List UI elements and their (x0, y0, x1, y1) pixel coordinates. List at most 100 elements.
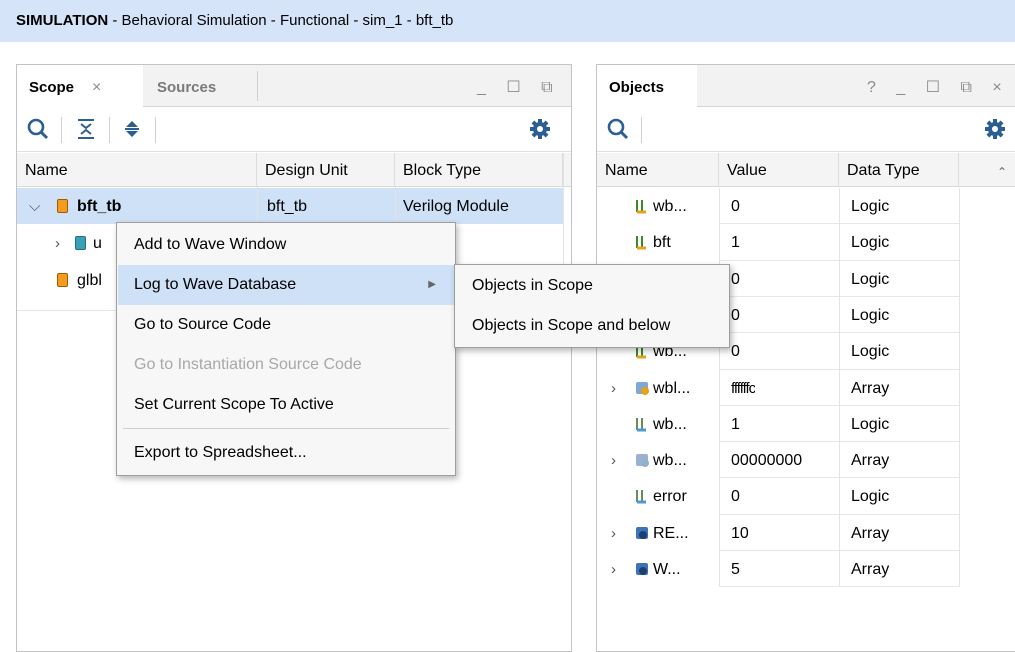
scope-toolbar (17, 108, 571, 152)
toolbar-separator (155, 117, 156, 143)
menu-go-to-source-code[interactable]: Go to Source Code (118, 305, 454, 345)
toolbar-separator (641, 117, 642, 143)
object-name: error (653, 488, 687, 506)
object-name: wb... (653, 198, 687, 215)
object-value: 1 (731, 415, 740, 433)
object-row[interactable]: › W... 5 Array (597, 551, 959, 587)
object-row[interactable]: wb... 1 Logic (597, 406, 959, 442)
scope-column-header: Name Design Unit Block Type (17, 153, 571, 187)
object-data-type: Array (851, 452, 890, 470)
object-value: 0 (731, 306, 740, 324)
scroll-up-arrow-icon[interactable]: ⌃ (997, 165, 1007, 179)
scope-row-bft-tb[interactable]: ⌵ bft_tb bft_tb Verilog Module (17, 188, 563, 224)
object-name: wbl... (653, 379, 691, 397)
menu-export-to-spreadsheet[interactable]: Export to Spreadsheet... (118, 433, 454, 473)
object-value: 10 (731, 524, 749, 542)
object-data-type: Logic (851, 488, 890, 506)
col-design-unit[interactable]: Design Unit (257, 153, 395, 187)
scope-tabbar: Scope × Sources _ ☐ ⧉ (17, 65, 571, 108)
chevron-down-icon[interactable]: ⌵ (29, 188, 40, 225)
scope-row-name: bft_tb (77, 198, 122, 215)
object-data-type: Logic (851, 306, 890, 324)
expand-all-icon[interactable] (119, 116, 145, 142)
object-row[interactable]: › wbl... ffffffc Array (597, 370, 959, 406)
chevron-right-icon[interactable]: › (611, 515, 616, 552)
objects-window-controls[interactable]: ? _ ☐ ⧉ × (867, 77, 1010, 97)
chevron-right-icon[interactable]: › (611, 551, 616, 588)
col-divider (959, 188, 960, 588)
search-icon[interactable] (605, 116, 631, 142)
scope-row-type: Verilog Module (403, 198, 509, 215)
object-data-type: Logic (851, 234, 890, 252)
chevron-right-icon[interactable]: › (611, 370, 616, 407)
object-row[interactable]: › wb... 00000000 Array (597, 442, 959, 478)
menu-log-to-wave-database[interactable]: Log to Wave Database ▶ (118, 265, 454, 305)
menu-item-label: Log to Wave Database (134, 276, 297, 293)
gear-icon[interactable] (527, 116, 553, 142)
chevron-right-icon[interactable]: › (55, 225, 60, 262)
object-data-type: Logic (851, 198, 890, 215)
object-row[interactable]: error 0 Logic (597, 478, 959, 514)
toolbar-separator (61, 117, 62, 143)
submenu-objects-in-scope-and-below[interactable]: Objects in Scope and below (456, 306, 728, 346)
signal-logic-in-icon (636, 200, 646, 214)
object-row[interactable]: › RE... 10 Array (597, 515, 959, 551)
submenu-objects-in-scope[interactable]: Objects in Scope (456, 266, 728, 306)
signal-array-const-icon (636, 563, 648, 575)
object-data-type: Logic (851, 343, 890, 361)
tab-scope-label: Scope (29, 79, 75, 96)
tab-scope[interactable]: Scope × (17, 65, 143, 108)
object-name: wb... (653, 415, 687, 433)
tab-scope-close-icon[interactable]: × (92, 79, 101, 96)
menu-set-current-scope-active[interactable]: Set Current Scope To Active (118, 385, 454, 425)
menu-add-to-wave-window[interactable]: Add to Wave Window (118, 225, 454, 265)
tab-objects[interactable]: Objects (597, 65, 697, 108)
object-data-type: Array (851, 524, 890, 542)
col-name[interactable]: Name (17, 153, 257, 187)
verilog-module-icon (57, 273, 68, 287)
signal-logic-in-icon (636, 236, 646, 250)
title-mode: SIMULATION (16, 12, 109, 29)
col-divider (719, 188, 720, 588)
tab-sources[interactable]: Sources (145, 65, 228, 107)
scope-window-controls[interactable]: _ ☐ ⧉ (477, 77, 561, 97)
verilog-module-icon (57, 199, 68, 213)
object-value: 0 (731, 270, 740, 288)
object-data-type: Array (851, 561, 890, 578)
object-data-type: Array (851, 379, 890, 397)
col-value[interactable]: Value (719, 153, 839, 187)
object-value: 00000000 (731, 452, 803, 470)
simulation-title-bar: SIMULATION - Behavioral Simulation - Fun… (0, 0, 1015, 42)
menu-go-to-instantiation-source-code: Go to Instantiation Source Code (134, 356, 362, 373)
title-detail: - Behavioral Simulation - Functional - s… (108, 12, 454, 29)
col-divider (839, 188, 840, 588)
gear-icon[interactable] (982, 116, 1008, 142)
object-value: 0 (731, 488, 740, 506)
search-icon[interactable] (25, 116, 51, 142)
object-value: 0 (731, 198, 740, 215)
object-name: W... (653, 561, 681, 578)
object-value: 0 (731, 343, 740, 361)
tab-sources-label: Sources (157, 79, 217, 96)
signal-array-in-icon (636, 381, 649, 395)
col-block-type[interactable]: Block Type (395, 153, 563, 187)
col-name[interactable]: Name (597, 153, 719, 187)
menu-separator (123, 428, 449, 429)
object-data-type: Logic (851, 415, 890, 433)
col-data-type[interactable]: Data Type (839, 153, 959, 187)
scope-row-unit: bft_tb (267, 198, 308, 215)
object-name: bft (653, 234, 671, 252)
object-row[interactable]: wb... 0 Logic (597, 188, 959, 224)
objects-tabbar: Objects ? _ ☐ ⧉ × (597, 65, 1015, 108)
submenu-arrow-icon: ▶ (428, 279, 436, 290)
signal-array-const-icon (636, 526, 648, 539)
chevron-right-icon[interactable]: › (611, 442, 616, 479)
collapse-all-icon[interactable] (73, 116, 99, 142)
objects-toolbar (597, 108, 1015, 152)
scope-row-name: u (93, 235, 102, 252)
context-menu: Add to Wave Window Log to Wave Database … (116, 222, 456, 476)
signal-logic-out-icon (636, 490, 646, 504)
toolbar-separator (109, 117, 110, 143)
entity-icon (75, 236, 86, 250)
object-row[interactable]: bft 1 Logic (597, 224, 959, 260)
